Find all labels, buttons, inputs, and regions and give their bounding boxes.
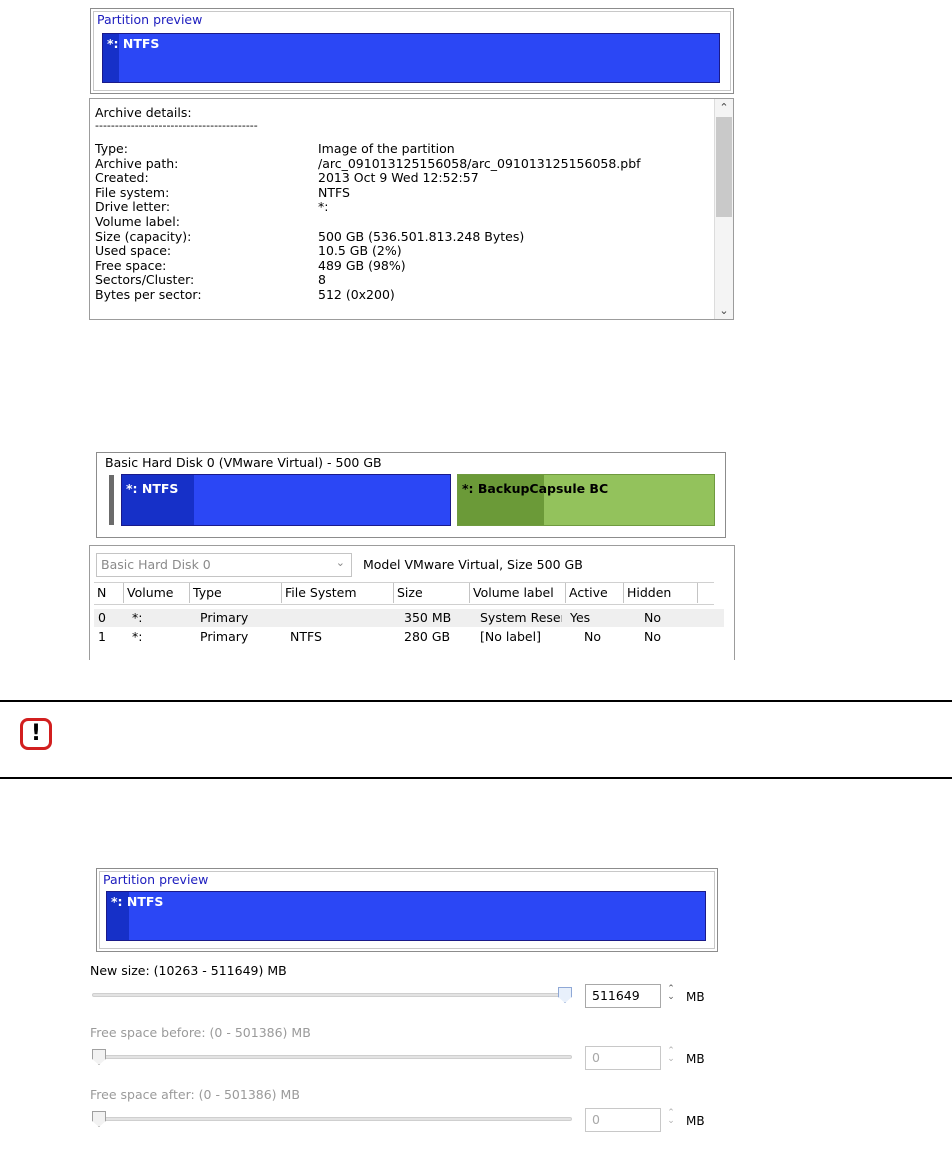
detail-key: Volume label:	[95, 214, 180, 229]
detail-key: Used space:	[95, 243, 172, 259]
partition-bar-ntfs[interactable]: *: NTFS	[102, 33, 720, 83]
detail-key: Size (capacity):	[95, 228, 192, 244]
partition-label: *: NTFS	[111, 894, 164, 909]
free-space-after-slider-track[interactable]	[92, 1117, 572, 1121]
cell-filesystem: NTFS	[290, 629, 322, 644]
detail-key: Created:	[95, 170, 149, 186]
free-space-before-slider-track[interactable]	[92, 1055, 572, 1059]
archive-details-heading: Archive details:	[95, 105, 192, 120]
cell-n: 1	[98, 629, 106, 644]
column-header[interactable]: Type	[190, 583, 282, 603]
cell-active: No	[584, 629, 601, 644]
detail-value: 2013 Oct 9 Wed 12:52:57	[318, 170, 479, 186]
warning-icon: !	[20, 718, 52, 750]
archive-details-panel[interactable]: Archive details: -----------------------…	[89, 98, 734, 320]
column-header[interactable]: N	[94, 583, 124, 603]
new-size-input[interactable]: 511649	[585, 984, 661, 1008]
column-header[interactable]: Size	[394, 583, 470, 603]
partition-preview-title: Partition preview	[103, 872, 209, 887]
new-size-slider-handle[interactable]	[558, 987, 572, 1003]
free-space-before-slider-handle[interactable]	[92, 1049, 106, 1065]
detail-key: Free space:	[95, 257, 167, 273]
detail-value: NTFS	[318, 184, 350, 200]
new-size-caption: New size: (10263 - 511649) MB	[90, 963, 287, 978]
free-space-before-input[interactable]: 0	[585, 1046, 661, 1070]
detail-value: 500 GB (536.501.813.248 Bytes)	[318, 228, 525, 244]
warning-top-rule	[0, 700, 952, 702]
new-size-stepper[interactable]: ⌃ ⌄	[664, 985, 678, 1002]
cell-type: Primary	[200, 629, 249, 644]
unit-label: MB	[686, 1114, 705, 1128]
free-space-after-input[interactable]: 0	[585, 1108, 661, 1132]
cell-size: 280 GB	[404, 629, 451, 644]
detail-value: *:	[318, 199, 329, 215]
chevron-down-icon: ⌄	[335, 556, 345, 569]
segment-label-backupcapsule: *: BackupCapsule BC	[462, 481, 609, 496]
details-separator: ----------------------------------------…	[95, 119, 258, 132]
detail-key: Sectors/Cluster:	[95, 272, 195, 288]
partition-preview-title: Partition preview	[97, 12, 203, 27]
cell-volume: *:	[132, 629, 143, 644]
unit-label: MB	[686, 1052, 705, 1066]
warning-bottom-rule	[0, 777, 952, 779]
column-header[interactable]: Volume	[124, 583, 190, 603]
detail-value: Image of the partition	[318, 141, 455, 156]
detail-key: Drive letter:	[95, 199, 171, 215]
cell-hidden: No	[644, 610, 661, 625]
model-info: Model VMware Virtual, Size 500 GB	[363, 557, 583, 572]
detail-value: /arc_091013125156058/arc_091013125156058…	[318, 155, 641, 171]
table-header: N Volume Type File System Size Volume la…	[94, 582, 714, 605]
partition-preview-1: Partition preview *: NTFS	[90, 8, 734, 94]
detail-key: Bytes per sector:	[95, 287, 202, 302]
cell-volume: *:	[132, 610, 143, 625]
vertical-scrollbar[interactable]: ⌃ ⌄	[714, 99, 733, 319]
partition-segment-ntfs[interactable]: *: NTFS	[121, 474, 451, 526]
detail-value: 512 (0x200)	[318, 287, 395, 302]
detail-value: 8	[318, 272, 326, 288]
new-size-slider-track[interactable]	[92, 993, 572, 997]
table-row[interactable]: 1 *: Primary NTFS 280 GB [No label] No N…	[94, 628, 724, 646]
cell-volume-label: System Resen	[480, 610, 562, 625]
disk-select-combo[interactable]: Basic Hard Disk 0 ⌄	[96, 553, 352, 577]
detail-key: Archive path:	[95, 155, 179, 171]
disk-handle	[109, 475, 114, 525]
detail-value: 489 GB (98%)	[318, 257, 406, 273]
partition-bar-ntfs[interactable]: *: NTFS	[106, 891, 706, 941]
free-space-before-stepper[interactable]: ⌃ ⌄	[664, 1047, 678, 1064]
free-space-before-caption: Free space before: (0 - 501386) MB	[90, 1025, 311, 1040]
table-row[interactable]: 0 *: Primary 350 MB System Resen Yes No	[94, 609, 724, 627]
column-header[interactable]: File System	[282, 583, 394, 603]
segment-label-ntfs: *: NTFS	[126, 481, 179, 496]
free-space-after-slider-handle[interactable]	[92, 1111, 106, 1127]
cell-size: 350 MB	[404, 610, 452, 625]
partition-label: *: NTFS	[107, 36, 160, 51]
partition-preview-2: Partition preview *: NTFS	[96, 868, 718, 952]
partition-table-panel: Basic Hard Disk 0 ⌄ Model VMware Virtual…	[89, 545, 735, 660]
cell-n: 0	[98, 610, 106, 625]
cell-volume-label: [No label]	[480, 629, 541, 644]
scrollbar-thumb[interactable]	[716, 117, 732, 217]
cell-hidden: No	[644, 629, 661, 644]
detail-key: File system:	[95, 184, 170, 200]
disk-map: Basic Hard Disk 0 (VMware Virtual) - 500…	[96, 452, 726, 538]
column-header[interactable]: Hidden	[624, 583, 698, 603]
detail-value: 10.5 GB (2%)	[318, 243, 402, 259]
disk-select-value: Basic Hard Disk 0	[101, 557, 211, 572]
column-header[interactable]: Volume label	[470, 583, 566, 603]
disk-title: Basic Hard Disk 0 (VMware Virtual) - 500…	[105, 455, 382, 470]
column-header[interactable]: Active	[566, 583, 624, 603]
free-space-after-stepper[interactable]: ⌃ ⌄	[664, 1109, 678, 1126]
detail-key: Type:	[95, 141, 128, 156]
cell-active: Yes	[570, 610, 591, 625]
free-space-after-caption: Free space after: (0 - 501386) MB	[90, 1087, 300, 1102]
unit-label: MB	[686, 990, 705, 1004]
cell-type: Primary	[200, 610, 249, 625]
scroll-down-icon[interactable]: ⌄	[715, 304, 733, 317]
scroll-up-icon[interactable]: ⌃	[715, 101, 733, 114]
partition-segment-backupcapsule[interactable]: *: BackupCapsule BC	[457, 474, 715, 526]
